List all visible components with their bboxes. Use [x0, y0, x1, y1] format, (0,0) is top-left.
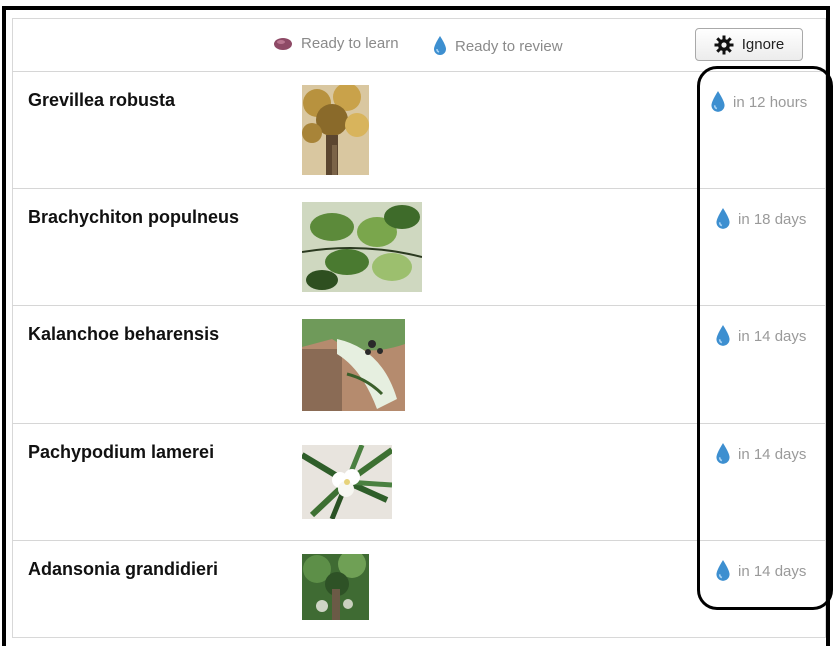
- water-drop-icon: [434, 36, 446, 55]
- due-column-highlight: [697, 66, 833, 610]
- legend-ready-to-review: Ready to review: [433, 35, 563, 57]
- baobab-photo: [302, 554, 369, 620]
- legend-learn-label: Ready to learn: [301, 35, 399, 52]
- gear-icon: [714, 35, 734, 54]
- green-leaves-photo: [302, 202, 422, 292]
- legend-ready-to-learn: Ready to learn: [273, 35, 399, 52]
- leaf-closeup-photo: [302, 319, 405, 411]
- legend-review-label: Ready to review: [455, 37, 563, 55]
- plant-name: Kalanchoe beharensis: [28, 324, 220, 344]
- plant-name: Adansonia grandidieri: [28, 559, 219, 579]
- tree-trunk-photo: [302, 85, 369, 175]
- ignore-button-label: Ignore: [741, 36, 785, 53]
- white-flower-photo: [302, 445, 392, 519]
- plant-name: Grevillea robusta: [28, 90, 176, 110]
- plant-name: Brachychiton populneus: [28, 207, 240, 227]
- seed-icon: [274, 37, 292, 50]
- plant-name: Pachypodium lamerei: [28, 442, 215, 462]
- ignore-button[interactable]: Ignore: [695, 28, 803, 61]
- legend-bar: Ready to learn Ready to review Ignore: [12, 18, 826, 72]
